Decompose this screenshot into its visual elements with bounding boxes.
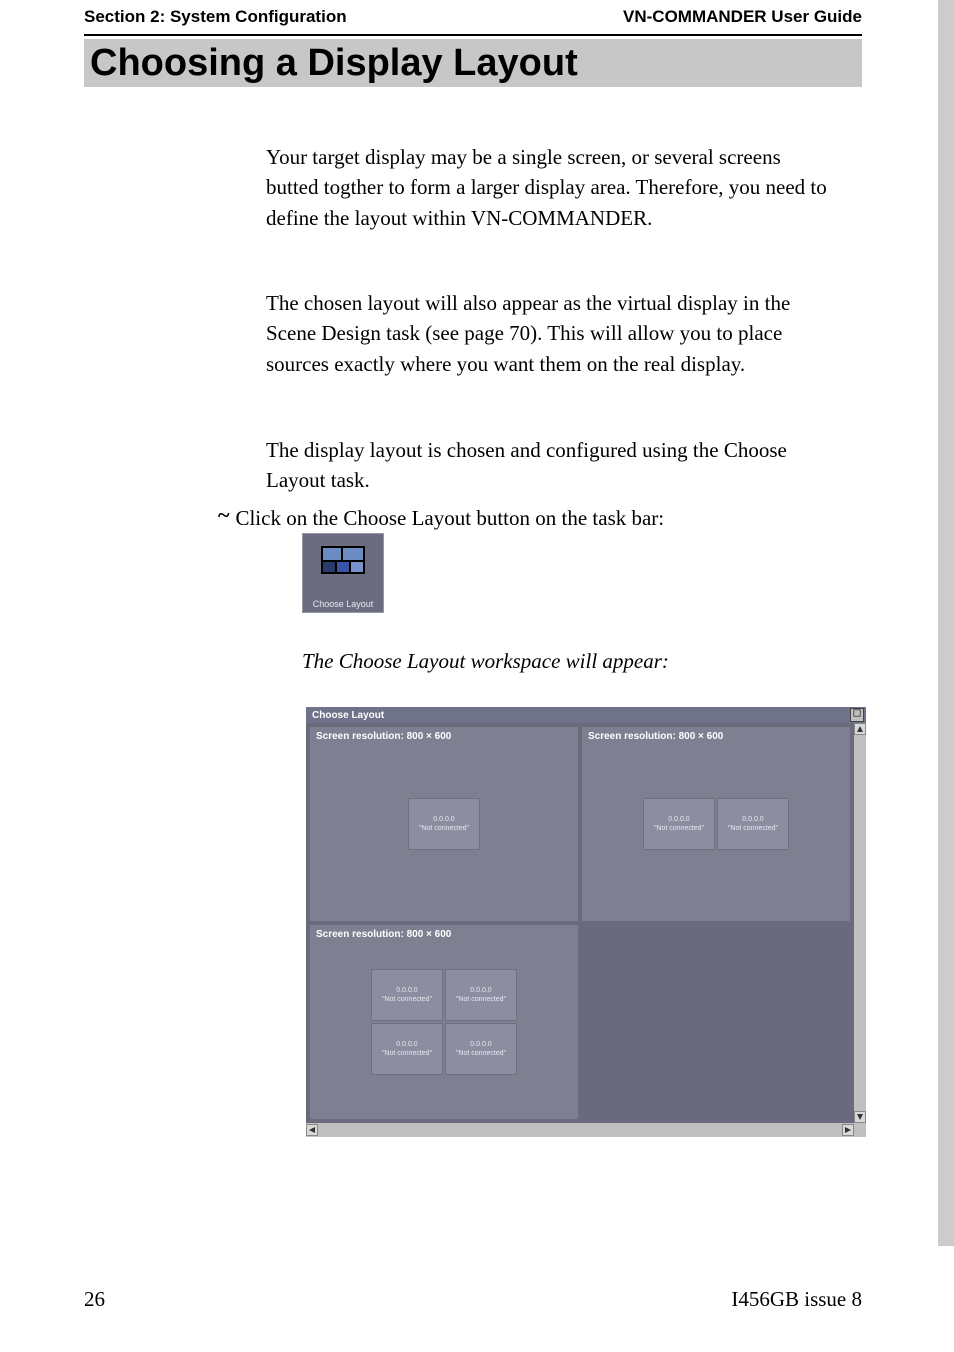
display-box: 0.0.0.0 "Not connected"	[371, 969, 443, 1021]
scroll-down-button[interactable]	[854, 1111, 866, 1123]
header-guide: VN-COMMANDER User Guide	[623, 7, 862, 27]
window-collapse-button[interactable]	[850, 708, 864, 722]
display-status: "Not connected"	[728, 824, 778, 833]
choose-layout-icon	[321, 546, 365, 580]
display-ip: 0.0.0.0	[396, 1040, 417, 1049]
paragraph-3: The display layout is chosen and configu…	[266, 435, 836, 496]
display-box: 0.0.0.0 "Not connected"	[717, 798, 789, 850]
panel-label: Screen resolution: 800 × 600	[316, 929, 451, 940]
horizontal-scrollbar[interactable]	[306, 1123, 854, 1137]
layout-option-2x2[interactable]: Screen resolution: 800 × 600 0.0.0.0 "No…	[310, 925, 578, 1119]
paragraph-1: Your target display may be a single scre…	[266, 142, 836, 233]
display-status: "Not connected"	[419, 824, 469, 833]
page-title: Choosing a Display Layout	[84, 42, 578, 85]
display-ip: 0.0.0.0	[470, 1040, 491, 1049]
display-box: 0.0.0.0 "Not connected"	[643, 798, 715, 850]
display-ip: 0.0.0.0	[396, 986, 417, 995]
display-ip: 0.0.0.0	[470, 986, 491, 995]
display-box: 0.0.0.0 "Not connected"	[408, 798, 480, 850]
display-status: "Not connected"	[456, 1049, 506, 1058]
layout-option-blank	[582, 925, 850, 1119]
display-ip: 0.0.0.0	[433, 815, 454, 824]
vertical-scrollbar[interactable]	[854, 723, 866, 1123]
choose-layout-window: Choose Layout Screen resolution: 800 × 6…	[306, 707, 866, 1137]
display-box: 0.0.0.0 "Not connected"	[445, 969, 517, 1021]
display-box: 0.0.0.0 "Not connected"	[445, 1023, 517, 1075]
step-text: Click on the Choose Layout button on the…	[235, 506, 664, 531]
caption: The Choose Layout workspace will appear:	[302, 646, 872, 676]
display-status: "Not connected"	[382, 1049, 432, 1058]
scroll-right-button[interactable]	[842, 1124, 854, 1136]
window-title: Choose Layout	[308, 710, 384, 721]
display-status: "Not connected"	[456, 995, 506, 1004]
window-titlebar: Choose Layout	[306, 707, 866, 723]
scrollbar-corner	[854, 1123, 866, 1137]
title-bar: Choosing a Display Layout	[84, 39, 862, 87]
layout-panels-grid: Screen resolution: 800 × 600 0.0.0.0 "No…	[310, 727, 850, 1119]
choose-layout-taskbar-button[interactable]: Choose Layout	[302, 533, 384, 613]
step-row: ~ Click on the Choose Layout button on t…	[218, 506, 838, 531]
header-section: Section 2: System Configuration	[84, 7, 347, 27]
page-number: 26	[84, 1287, 105, 1312]
scroll-up-button[interactable]	[854, 723, 866, 735]
scroll-left-button[interactable]	[306, 1124, 318, 1136]
display-ip: 0.0.0.0	[668, 815, 689, 824]
display-status: "Not connected"	[382, 995, 432, 1004]
display-box: 0.0.0.0 "Not connected"	[371, 1023, 443, 1075]
layout-option-1x1[interactable]: Screen resolution: 800 × 600 0.0.0.0 "No…	[310, 727, 578, 921]
header-divider	[84, 34, 862, 36]
document-page: Section 2: System Configuration VN-COMMA…	[0, 0, 954, 1352]
page-shadow	[938, 0, 954, 1246]
display-ip: 0.0.0.0	[742, 815, 763, 824]
issue-label: I456GB issue 8	[731, 1287, 862, 1312]
layout-option-1x2[interactable]: Screen resolution: 800 × 600 0.0.0.0 "No…	[582, 727, 850, 921]
display-status: "Not connected"	[654, 824, 704, 833]
panel-label: Screen resolution: 800 × 600	[316, 731, 451, 742]
paragraph-2: The chosen layout will also appear as th…	[266, 288, 836, 379]
taskbar-icon-label: Choose Layout	[303, 599, 383, 609]
panel-label: Screen resolution: 800 × 600	[588, 731, 723, 742]
step-bullet-icon: ~	[218, 502, 229, 528]
